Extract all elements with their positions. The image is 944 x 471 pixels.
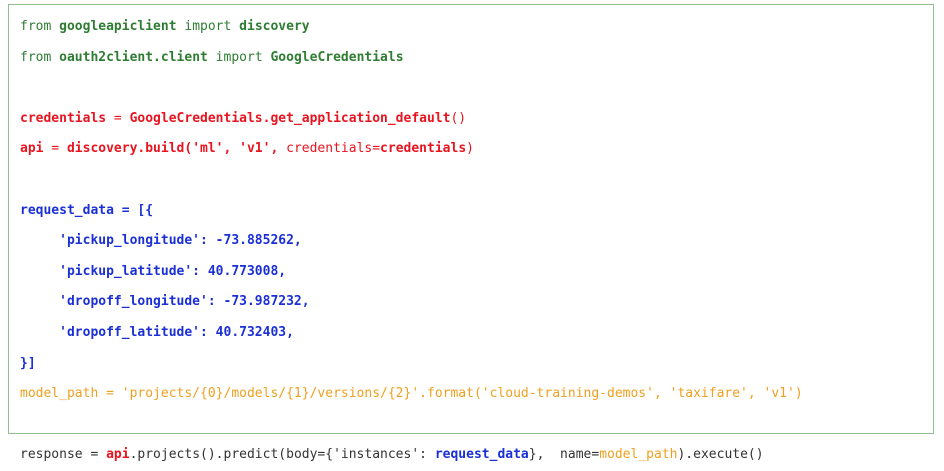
code-token: request_data = [{ [20, 202, 154, 218]
code-line: 'pickup_longitude': -73.885262, [20, 226, 803, 257]
code-token: discovery [239, 19, 310, 34]
code-panel: from googleapiclient import discovery fro… [8, 4, 934, 462]
code-line: api = discovery.build('ml', 'v1', creden… [20, 134, 803, 165]
code-token: .projects().predict(body={'instances': [129, 447, 435, 463]
code-token: () [450, 110, 467, 126]
code-line: 'pickup_latitude': 40.773008, [20, 257, 803, 288]
code-token: ) [466, 141, 474, 157]
code-token: api [20, 141, 44, 157]
code-token: = [106, 110, 130, 126]
code-token: 'dropoff_longitude': -73.987232, [20, 294, 310, 310]
code-token: oauth2client.client [59, 49, 208, 65]
code-token: model_path [599, 447, 678, 463]
code-token: api [106, 447, 130, 463]
code-token: model_path = 'projects/{0}/models/{1}/ve… [20, 386, 803, 402]
code-token: from [20, 19, 60, 34]
code-token: googleapiclient [59, 19, 177, 34]
code-token: response = [20, 447, 107, 463]
code-line: from oauth2client.client import GoogleCr… [20, 43, 803, 74]
code-token: request_data [434, 447, 529, 463]
code-token: discovery.build('ml', 'v1', [66, 141, 279, 157]
code-token: GoogleCredentials.get_application_defaul… [129, 110, 451, 126]
code-line: request_data = [{ [20, 196, 803, 227]
code-token: GoogleCredentials [270, 49, 404, 65]
code-token: 'dropoff_latitude': 40.732403, [20, 324, 294, 340]
code-token: credentials [380, 141, 467, 157]
code-line: model_path = 'projects/{0}/models/{1}/ve… [20, 379, 803, 410]
code-line: response = api.projects().predict(body={… [20, 440, 803, 471]
code-token: 'pickup_latitude': 40.773008, [20, 263, 287, 279]
code-token: credentials [20, 110, 107, 126]
code-token: }, name= [528, 447, 600, 463]
code-token: import [176, 19, 240, 34]
code-line: 'dropoff_latitude': 40.732403, [20, 318, 803, 349]
code-line: }] [20, 349, 803, 380]
code-block: from googleapiclient import discovery fro… [20, 12, 803, 471]
code-line: from googleapiclient import discovery [20, 12, 803, 43]
code-token: = [43, 141, 67, 157]
code-line: credentials = GoogleCredentials.get_appl… [20, 104, 803, 135]
code-token: 'pickup_longitude': -73.885262, [20, 233, 302, 249]
code-token: import [207, 49, 271, 65]
code-token: ).execute() [677, 447, 764, 463]
code-line: 'dropoff_longitude': -73.987232, [20, 287, 803, 318]
code-token: }] [20, 355, 36, 371]
code-token: credentials= [278, 141, 381, 157]
code-token: from [20, 49, 60, 65]
